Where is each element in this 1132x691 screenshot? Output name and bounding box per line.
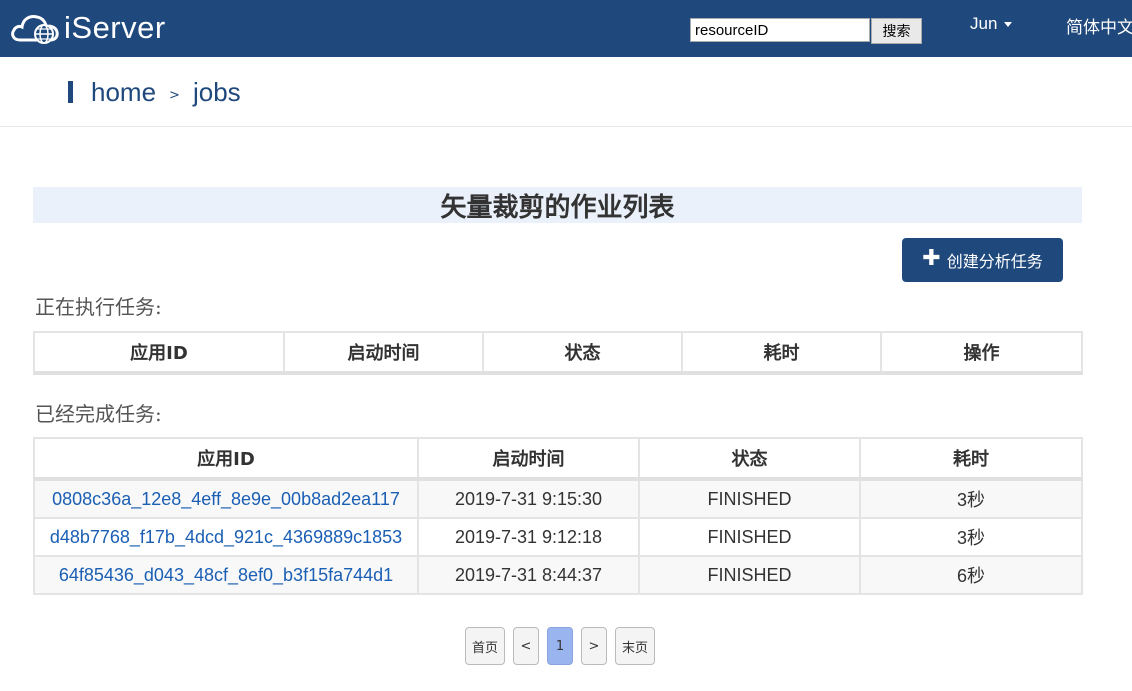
search-button[interactable]: 搜索	[871, 18, 922, 44]
column-header-status: 状态	[482, 331, 683, 374]
top-navbar: iServer 搜索 Jun 简体中文	[0, 0, 1132, 57]
column-header-action: 操作	[880, 331, 1083, 374]
page-1-button[interactable]: 1	[547, 627, 573, 665]
table-row: d48b7768_f17b_4dcd_921c_4369889c1853 201…	[33, 517, 1083, 557]
app-id-cell: d48b7768_f17b_4dcd_921c_4369889c1853	[33, 517, 419, 557]
search-input[interactable]	[690, 18, 870, 42]
first-page-button[interactable]: 首页	[465, 627, 505, 665]
table-row: 64f85436_d043_48cf_8ef0_b3f15fa744d1 201…	[33, 555, 1083, 595]
cloud-globe-icon	[11, 15, 59, 44]
breadcrumb-current: jobs	[192, 76, 241, 107]
finished-tasks-table: 应用ID 启动时间 状态 耗时 0808c36a_12e8_4eff_8e9e_…	[33, 437, 1083, 595]
status-cell: FINISHED	[638, 517, 861, 557]
column-header-start-time: 启动时间	[283, 331, 484, 374]
column-header-app-id: 应用ID	[33, 437, 419, 480]
duration-cell: 3秒	[859, 478, 1083, 519]
column-header-duration: 耗时	[859, 437, 1083, 480]
column-header-app-id: 应用ID	[33, 331, 285, 374]
app-id-link[interactable]: 64f85436_d043_48cf_8ef0_b3f15fa744d1	[59, 565, 393, 585]
column-header-start-time: 启动时间	[417, 437, 640, 480]
duration-cell: 3秒	[859, 517, 1083, 557]
start-time-cell: 2019-7-31 8:44:37	[417, 555, 640, 595]
start-time-cell: 2019-7-31 9:15:30	[417, 478, 640, 519]
column-header-duration: 耗时	[681, 331, 882, 374]
breadcrumb: home > jobs	[68, 76, 241, 108]
start-time-cell: 2019-7-31 9:12:18	[417, 517, 640, 557]
table-header-row: 应用ID 启动时间 状态 耗时 操作	[33, 331, 1083, 374]
create-button-label: 创建分析任务	[946, 252, 1043, 271]
app-id-link[interactable]: 0808c36a_12e8_4eff_8e9e_00b8ad2ea117	[52, 489, 400, 509]
chevron-down-icon	[1004, 22, 1013, 27]
table-row: 0808c36a_12e8_4eff_8e9e_00b8ad2ea117 201…	[33, 478, 1083, 519]
table-header-row: 应用ID 启动时间 状态 耗时	[33, 437, 1083, 480]
running-tasks-table: 应用ID 启动时间 状态 耗时 操作	[33, 331, 1083, 375]
iserver-logo[interactable]: iServer	[10, 8, 166, 48]
status-cell: FINISHED	[638, 478, 861, 519]
pagination: 首页 < 1 > 末页	[465, 627, 663, 665]
breadcrumb-separator: >	[169, 87, 180, 103]
app-id-cell: 64f85436_d043_48cf_8ef0_b3f15fa744d1	[33, 555, 419, 595]
status-cell: FINISHED	[638, 555, 861, 595]
user-menu[interactable]: Jun	[970, 14, 1013, 34]
language-switch[interactable]: 简体中文	[1066, 13, 1132, 38]
app-id-cell: 0808c36a_12e8_4eff_8e9e_00b8ad2ea117	[33, 478, 419, 519]
finished-tasks-label: 已经完成任务:	[35, 402, 162, 426]
header-divider	[0, 126, 1132, 127]
app-id-link[interactable]: d48b7768_f17b_4dcd_921c_4369889c1853	[50, 527, 402, 547]
prev-page-button[interactable]: <	[513, 627, 539, 665]
column-header-status: 状态	[638, 437, 861, 480]
logo-text: iServer	[64, 10, 166, 45]
create-analysis-task-button[interactable]: ✚ 创建分析任务	[902, 238, 1063, 282]
plus-icon: ✚	[922, 245, 941, 271]
user-name: Jun	[970, 14, 998, 33]
next-page-button[interactable]: >	[581, 627, 607, 665]
breadcrumb-home-link[interactable]: home	[91, 77, 156, 108]
last-page-button[interactable]: 末页	[615, 627, 655, 665]
page-title: 矢量裁剪的作业列表	[440, 193, 675, 223]
duration-cell: 6秒	[859, 555, 1083, 595]
running-tasks-label: 正在执行任务:	[35, 295, 162, 319]
breadcrumb-marker	[68, 81, 73, 103]
